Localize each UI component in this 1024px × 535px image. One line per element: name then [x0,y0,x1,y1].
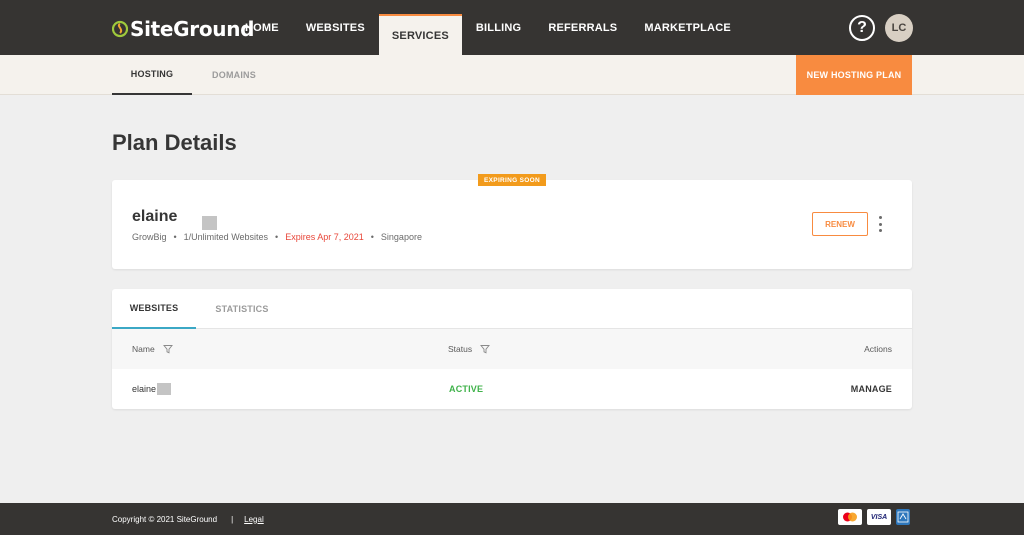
meta-separator: • [370,232,374,242]
filter-icon[interactable] [480,344,491,354]
redacted-block [157,383,172,395]
visa-icon: VISA [867,509,891,525]
site-name[interactable]: elaine [132,369,172,409]
avatar[interactable]: LC [885,14,913,42]
copyright: Copyright © 2021 SiteGround | Legal [112,503,264,535]
plan-websites-count: 1/Unlimited Websites [183,232,269,242]
nav-marketplace[interactable]: MARKETPLACE [631,0,744,55]
filter-icon[interactable] [162,344,173,354]
site-name-text: elaine [132,384,157,394]
expiring-soon-badge: EXPIRING SOON [478,174,546,186]
nav-billing[interactable]: BILLING [463,0,534,55]
redacted-block [202,216,217,230]
legal-link[interactable]: Legal [244,515,264,524]
top-header: SiteGround HOME WEBSITES SERVICES BILLIN… [0,0,1024,55]
plan-type: GrowBig [132,232,167,242]
column-header-name: Name [132,329,173,369]
kebab-dot [878,222,882,226]
manage-button[interactable]: MANAGE [851,369,892,409]
amex-icon [896,509,910,525]
nav-home[interactable]: HOME [232,0,292,55]
main-nav: HOME WEBSITES SERVICES BILLING REFERRALS… [232,0,745,55]
more-options-icon[interactable] [874,216,886,232]
plan-name: elaine [132,208,178,225]
kebab-dot [878,229,882,232]
tab-statistics[interactable]: STATISTICS [208,289,276,329]
payment-methods: VISA [838,509,910,525]
tab-hosting[interactable]: HOSTING [112,55,192,95]
copyright-text: Copyright © 2021 SiteGround [112,514,218,524]
meta-separator: • [275,232,279,242]
column-header-actions: Actions [864,344,892,354]
tab-domains[interactable]: DOMAINS [206,55,262,95]
column-name-label: Name [132,344,155,354]
site-status: ACTIVE [449,384,484,394]
help-icon[interactable]: ? [849,15,875,41]
plan-card: elaine GrowBig • 1/Unlimited Websites • … [112,180,912,269]
renew-button[interactable]: RENEW [812,212,868,236]
column-status-label: Status [448,344,473,354]
nav-referrals[interactable]: REFERRALS [535,0,630,55]
plan-meta: GrowBig • 1/Unlimited Websites • Expires… [132,232,422,242]
meta-separator: • [173,232,177,242]
siteground-logo-icon [112,20,128,38]
footer-separator: | [231,514,234,524]
plan-expiry: Expires Apr 7, 2021 [285,232,364,242]
table-row: elaine ACTIVE MANAGE [112,369,912,409]
nav-websites[interactable]: WEBSITES [293,0,378,55]
visa-text: VISA [870,513,888,521]
plan-location: Singapore [380,232,422,242]
column-header-status: Status [448,329,491,369]
websites-card-tabs: WEBSITES STATISTICS [112,289,912,329]
nav-services[interactable]: SERVICES [378,14,462,55]
page-title: Plan Details [112,130,237,155]
new-hosting-plan-button[interactable]: NEW HOSTING PLAN [796,55,912,95]
table-header: Name Status Actions [112,329,912,369]
kebab-dot [878,216,882,219]
websites-card: WEBSITES STATISTICS Name Status Actions … [112,289,912,409]
mastercard-icon [838,509,862,525]
tab-websites[interactable]: WEBSITES [112,289,196,329]
